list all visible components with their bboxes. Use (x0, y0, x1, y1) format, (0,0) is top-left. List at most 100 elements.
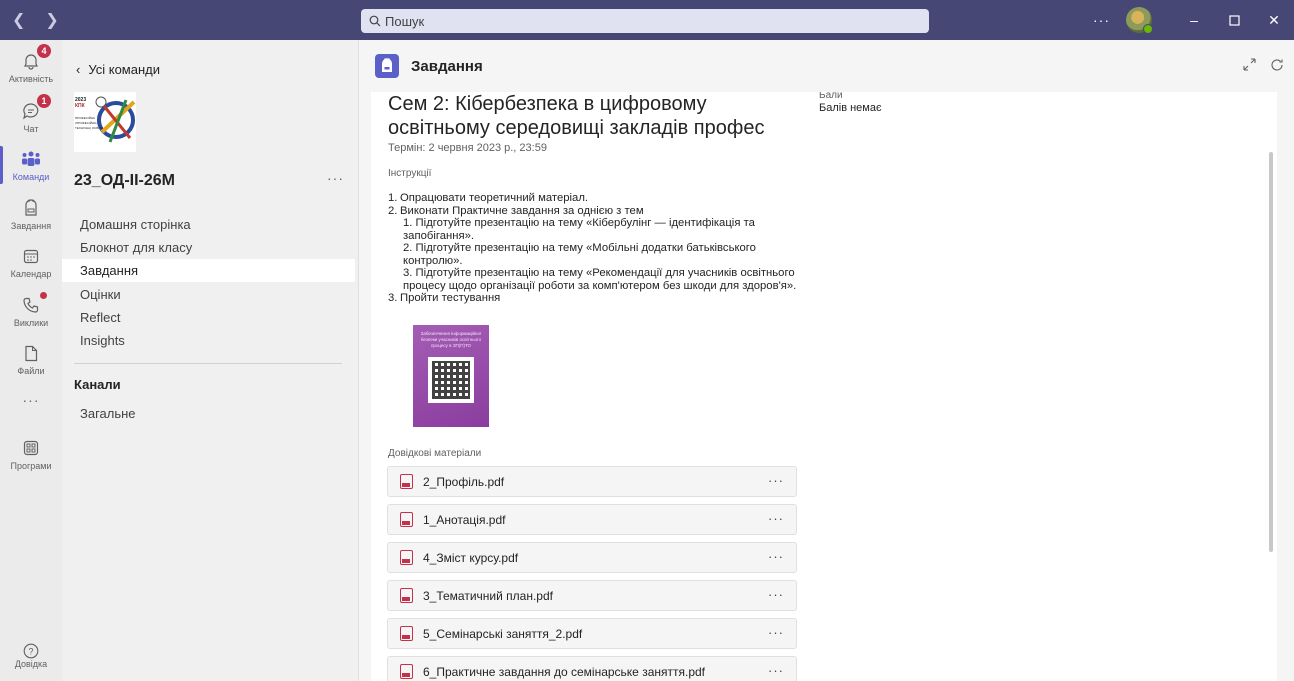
assignment-card: Сем 2: Кібербезпека в цифровому освітньо… (371, 92, 1277, 681)
main-area: Завдання Сем 2: Кібербезпека в цифровому… (359, 40, 1294, 681)
team-panel: ‹ Усі команди 2023 КПК ПРОФЕСІЙНА (ПРОФЕ… (62, 40, 359, 681)
calendar-icon (20, 245, 42, 267)
page-title: Завдання (411, 58, 483, 75)
appbar-label: Активність (8, 74, 54, 84)
points-label: Бали (819, 92, 843, 101)
appbar-label: Чат (23, 124, 39, 134)
appbar-activity[interactable]: 4 Активність (0, 42, 62, 92)
list-item: 3. Пройти тестування (388, 292, 501, 304)
nav-home[interactable]: Домашня сторінка (62, 213, 355, 236)
chat-badge: 1 (37, 94, 51, 108)
list-item: 2. Виконати Практичне завдання за однією … (388, 204, 644, 217)
list-subitem: 1. Підготуйте презентацію на тему «Кібер… (403, 217, 755, 242)
chevron-left-icon: ‹ (76, 62, 81, 77)
file-more-icon[interactable]: ··· (768, 549, 784, 564)
forward-arrow-icon[interactable]: ❯ (45, 10, 58, 30)
appbar-label: Виклики (13, 318, 49, 328)
back-arrow-icon[interactable]: ❮ (12, 10, 25, 30)
nav-grades[interactable]: Оцінки (62, 283, 355, 306)
search-placeholder: Пошук (385, 13, 425, 29)
assignments-app-icon (375, 54, 399, 78)
channels-heading: Канали (74, 377, 121, 392)
file-name: 3_Тематичний план.pdf (423, 588, 553, 603)
more-apps-icon: ··· (22, 392, 40, 408)
qr-caption: Забезпечення інформаційної безпеки учасн… (420, 331, 482, 348)
appbar-label: Завдання (10, 221, 52, 231)
appbar-more[interactable]: ··· (0, 375, 62, 425)
nav-reflect[interactable]: Reflect (62, 306, 355, 329)
pdf-icon (400, 664, 413, 679)
pdf-icon (400, 474, 413, 489)
file-attachment[interactable]: 5_Семінарські заняття_2.pdf ··· (387, 618, 797, 649)
maximize-icon[interactable] (1214, 0, 1254, 40)
file-icon (20, 342, 42, 364)
file-attachment[interactable]: 4_Зміст курсу.pdf ··· (387, 542, 797, 573)
pdf-icon (400, 550, 413, 565)
qr-code (428, 357, 474, 403)
nav-assignments[interactable]: Завдання (62, 259, 355, 282)
file-attachment[interactable]: 3_Тематичний план.pdf ··· (387, 580, 797, 611)
title-bar: ❮ ❯ Пошук ··· – ✕ (0, 0, 1294, 40)
appbar-assignments[interactable]: Завдання (0, 189, 62, 239)
file-name: 6_Практичне завдання до семінарське заня… (423, 664, 705, 679)
file-name: 4_Зміст курсу.pdf (423, 550, 519, 565)
file-more-icon[interactable]: ··· (768, 625, 784, 640)
instructions-label: Інструкції (388, 168, 432, 179)
user-avatar[interactable] (1126, 7, 1153, 34)
search-input[interactable]: Пошук (361, 9, 929, 33)
file-attachment[interactable]: 2_Профіль.pdf ··· (387, 466, 797, 497)
file-name: 1_Анотація.pdf (423, 512, 506, 527)
assignment-title: Сем 2: Кібербезпека в цифровому освітньо… (388, 93, 765, 139)
file-more-icon[interactable]: ··· (768, 663, 784, 678)
refresh-icon[interactable] (1270, 58, 1284, 75)
help-label: Довідка (14, 659, 48, 669)
pdf-icon (400, 588, 413, 603)
instructions-list: 1. Опрацювати теоретичний матеріал. 2. Вик… (388, 192, 808, 305)
list-item: 1. Опрацювати теоретичний матеріал. (388, 192, 589, 204)
assignment-due-date: Термін: 2 червня 2023 р., 23:59 (388, 142, 547, 154)
scrollbar[interactable] (1269, 152, 1273, 552)
appbar-help[interactable]: ? Довідка (0, 643, 62, 669)
file-name: 2_Профіль.pdf (423, 474, 505, 489)
test-qr-image[interactable]: Забезпечення інформаційної безпеки учасн… (413, 325, 489, 427)
points-value: Балів немає (819, 102, 882, 114)
list-subitem: 3. Підготуйте презентацію на тему «Реком… (403, 267, 797, 292)
file-attachment[interactable]: 1_Анотація.pdf ··· (387, 504, 797, 535)
help-icon: ? (23, 643, 39, 659)
all-teams-link[interactable]: ‹ Усі команди (76, 62, 160, 77)
calls-dot (40, 292, 47, 299)
close-icon[interactable]: ✕ (1254, 0, 1294, 40)
file-more-icon[interactable]: ··· (768, 511, 784, 526)
team-name: 23_ОД-ІІ-26М (74, 172, 175, 189)
file-more-icon[interactable]: ··· (768, 587, 784, 602)
bell-icon: 4 (20, 44, 51, 72)
appbar-teams[interactable]: Команди (0, 140, 62, 190)
appbar-apps[interactable]: Програми (0, 429, 62, 479)
appbar-chat[interactable]: 1 Чат (0, 92, 62, 142)
team-more-icon[interactable]: ··· (327, 170, 344, 186)
channel-general[interactable]: Загальне (62, 402, 355, 425)
logo-kpk: КПК (75, 103, 86, 109)
apps-icon (20, 437, 42, 459)
file-name: 5_Семінарські заняття_2.pdf (423, 626, 583, 641)
history-nav: ❮ ❯ (12, 10, 59, 30)
file-more-icon[interactable]: ··· (768, 473, 784, 488)
svg-text:?: ? (28, 647, 33, 657)
more-options-icon[interactable]: ··· (1093, 12, 1110, 28)
appbar-label: Команди (12, 172, 50, 182)
app-bar: 4 Активність 1 Чат Команди Завдання Кале… (0, 40, 62, 681)
logo-line2: (ПРОФЕСІЙНО- (75, 121, 97, 125)
logo-line3: ТЕХНІЧНА) ОСВІТА (75, 126, 103, 130)
appbar-calls[interactable]: Виклики (0, 286, 62, 336)
nav-class-notebook[interactable]: Блокнот для класу (62, 236, 355, 259)
phone-icon (20, 292, 47, 316)
all-teams-label: Усі команди (88, 62, 160, 77)
activity-badge: 4 (37, 44, 51, 58)
appbar-calendar[interactable]: Календар (0, 237, 62, 287)
nav-insights[interactable]: Insights (62, 329, 355, 352)
pdf-icon (400, 626, 413, 641)
file-attachment[interactable]: 6_Практичне завдання до семінарське заня… (387, 656, 797, 681)
logo-line1: ПРОФЕСІЙНА (75, 116, 95, 120)
expand-icon[interactable] (1243, 58, 1256, 75)
minimize-icon[interactable]: – (1174, 0, 1214, 40)
